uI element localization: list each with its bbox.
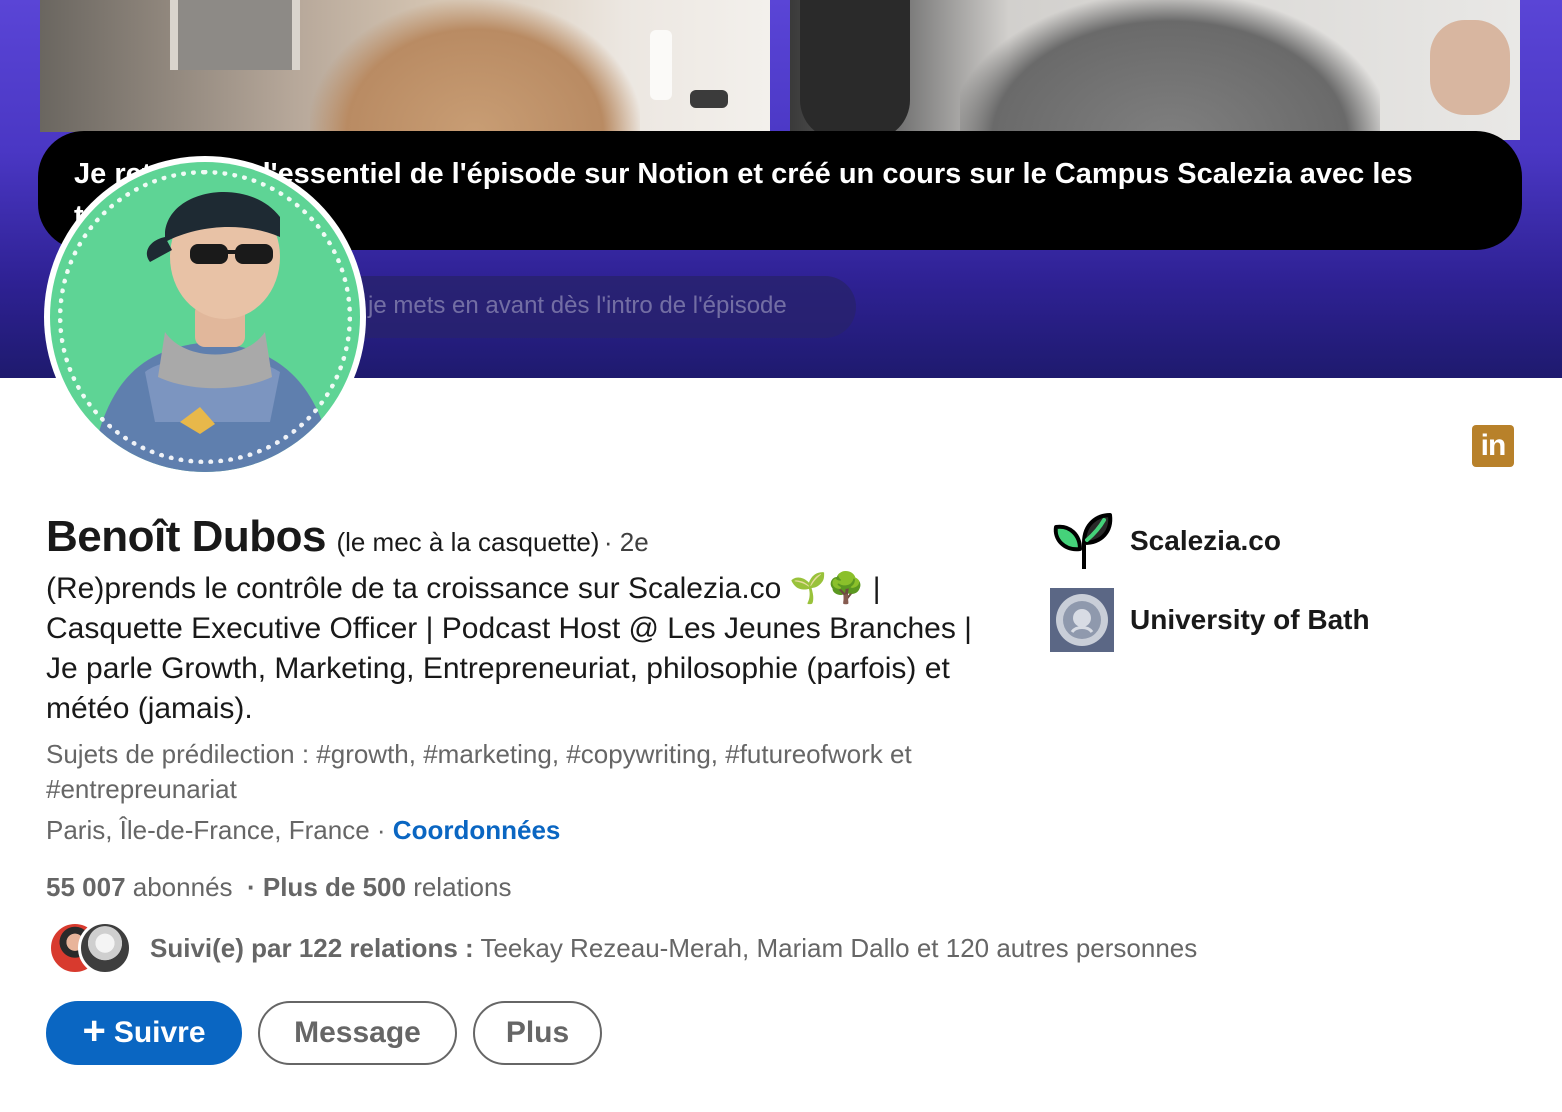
banner-person-right — [960, 0, 1380, 140]
followers-label[interactable]: abonnés — [133, 872, 233, 902]
profile-name: Benoît Dubos — [46, 512, 326, 561]
avatar-photo — [50, 162, 360, 472]
followed-by-count: Suivi(e) par 122 relations : — [150, 933, 474, 963]
location-line: Paris, Île-de-France, France · Coordonné… — [46, 815, 560, 846]
profile-avatar[interactable] — [44, 156, 366, 478]
org-name-bath[interactable]: University of Bath — [1130, 604, 1370, 636]
org-scalezia[interactable]: Scalezia.co — [1050, 509, 1281, 573]
banner-person-left — [310, 0, 640, 132]
profile-headline: (Re)prends le contrôle de ta croissance … — [46, 572, 972, 725]
linkedin-icon[interactable]: in — [1472, 425, 1514, 467]
follow-label: Suivre — [113, 1016, 206, 1049]
banner-video-left — [40, 0, 770, 132]
connections-label[interactable]: relations — [413, 872, 511, 902]
banner-video-right — [790, 0, 1520, 140]
profile-topics: Sujets de prédilection : #growth, #marke… — [46, 739, 912, 804]
sprout-logo-icon — [1050, 509, 1114, 573]
plus-icon: + — [82, 1009, 106, 1053]
org-name-scalezia[interactable]: Scalezia.co — [1130, 525, 1281, 557]
profile-location: Paris, Île-de-France, France · — [46, 815, 386, 845]
avatar — [78, 921, 132, 975]
avatar-dotted-border — [58, 170, 352, 464]
connection-degree: · 2e — [603, 527, 649, 557]
more-button[interactable]: Plus — [473, 1001, 602, 1065]
university-seal-icon — [1050, 588, 1114, 652]
profile-name-line: Benoît Dubos (le mec à la casquette) · 2… — [46, 512, 649, 562]
contact-info-link[interactable]: Coordonnées — [393, 815, 561, 845]
banner-hand — [1430, 20, 1510, 115]
follow-button[interactable]: + Suivre — [46, 1001, 242, 1065]
microphone-icon — [800, 0, 910, 140]
connections-count[interactable]: · Plus de 500 — [247, 872, 406, 902]
profile-actions: + Suivre Message Plus — [46, 1001, 602, 1065]
banner-window — [170, 0, 300, 70]
mutual-avatars — [48, 919, 138, 977]
followed-by-text[interactable]: Suivi(e) par 122 relations : Teekay Reze… — [150, 933, 1197, 964]
stats-line: 55 007 abonnés · Plus de 500 relations — [46, 872, 511, 903]
banner-subcaption: je mets en avant dès l'intro de l'épisod… — [300, 276, 856, 338]
banner-bottle — [650, 30, 672, 100]
followers-count[interactable]: 55 007 — [46, 872, 126, 902]
org-university-of-bath[interactable]: University of Bath — [1050, 588, 1370, 652]
profile-nickname: (le mec à la casquette) — [336, 527, 600, 557]
banner-device — [690, 90, 728, 108]
followed-by-names: Teekay Rezeau-Merah, Mariam Dallo et 120… — [480, 933, 1198, 963]
message-button[interactable]: Message — [258, 1001, 457, 1065]
